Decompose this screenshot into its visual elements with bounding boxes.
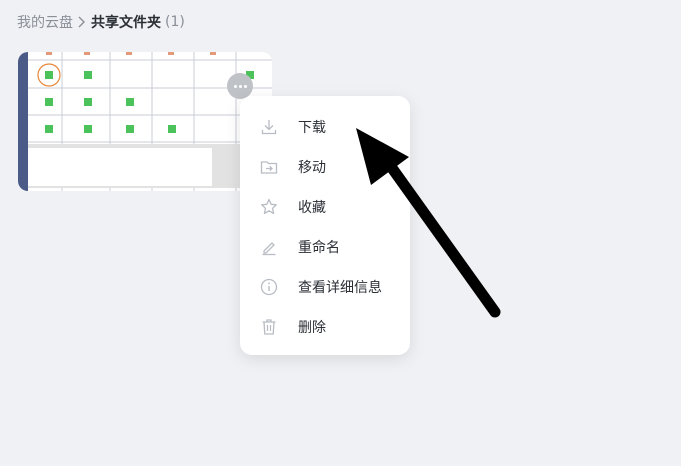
- menu-item-move[interactable]: 移动: [240, 149, 410, 185]
- breadcrumb-root-link[interactable]: 我的云盘: [17, 12, 73, 32]
- menu-item-label: 下载: [298, 120, 326, 136]
- pencil-icon: [262, 242, 276, 256]
- card-edge: [18, 52, 28, 191]
- menu-item-label: 收藏: [298, 200, 326, 216]
- more-dots-icon: [233, 84, 237, 88]
- breadcrumb: 我的云盘 共享文件夹 (1): [17, 12, 185, 32]
- menu-item-label: 删除: [298, 320, 326, 336]
- menu-item-favorite[interactable]: 收藏: [240, 189, 410, 225]
- download-icon: [261, 120, 277, 135]
- file-name-area: [28, 148, 212, 186]
- menu-item-label: 重命名: [298, 240, 340, 256]
- move-folder-icon: [260, 161, 278, 174]
- star-icon: [261, 198, 277, 215]
- context-menu: 下载 移动 收藏 重命名 查看详细信息 删除: [240, 96, 410, 355]
- menu-item-rename[interactable]: 重命名: [240, 229, 410, 265]
- chevron-right-icon: [78, 16, 85, 28]
- more-options-button[interactable]: [227, 73, 253, 99]
- menu-item-delete[interactable]: 删除: [240, 309, 410, 345]
- file-card[interactable]: [18, 52, 272, 191]
- menu-item-label: 查看详细信息: [298, 280, 382, 296]
- info-icon: [260, 278, 278, 296]
- menu-item-download[interactable]: 下载: [240, 109, 410, 145]
- menu-item-details[interactable]: 查看详细信息: [240, 269, 410, 305]
- menu-item-label: 移动: [298, 160, 326, 176]
- breadcrumb-current: 共享文件夹: [91, 15, 161, 31]
- item-count: (1): [165, 14, 185, 30]
- trash-icon: [262, 319, 276, 335]
